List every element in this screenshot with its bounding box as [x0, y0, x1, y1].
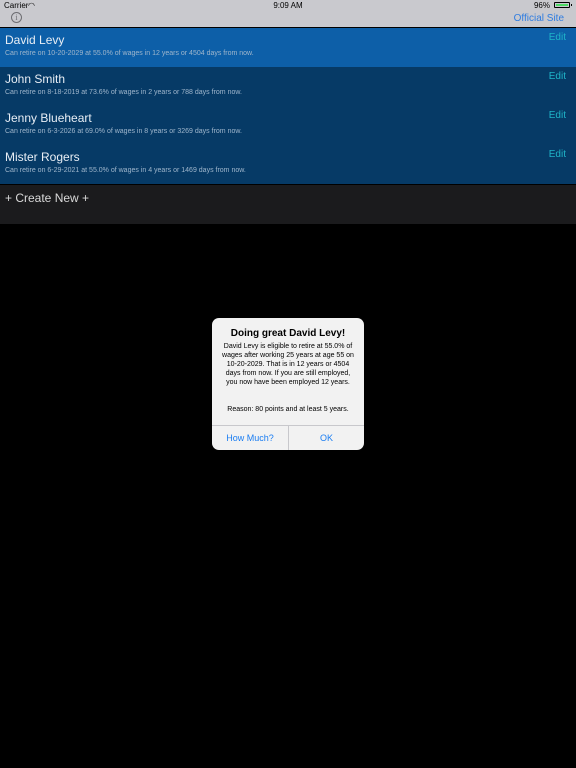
person-retirement-detail: Can retire on 10-20-2029 at 55.0% of wag… [5, 50, 254, 57]
person-name: Mister Rogers [5, 150, 80, 164]
person-name: David Levy [5, 33, 65, 47]
person-retirement-detail: Can retire on 8-18-2019 at 73.6% of wage… [5, 89, 242, 96]
navigation-bar: i Official Site [0, 11, 576, 27]
edit-button[interactable]: Edit [549, 71, 566, 82]
create-new-button[interactable]: + Create New + [5, 191, 89, 205]
person-retirement-detail: Can retire on 6-29-2021 at 55.0% of wage… [5, 167, 246, 174]
person-row-jenny-blueheart[interactable]: Jenny Blueheart Can retire on 6-3-2026 a… [0, 106, 576, 145]
edit-button[interactable]: Edit [549, 32, 566, 43]
how-much-button[interactable]: How Much? [212, 426, 288, 450]
person-row-mister-rogers[interactable]: Mister Rogers Can retire on 6-29-2021 at… [0, 145, 576, 184]
status-time: 9:09 AM [273, 1, 303, 10]
info-icon[interactable]: i [11, 12, 22, 23]
create-new-row[interactable]: + Create New + [0, 185, 576, 224]
edit-button[interactable]: Edit [549, 110, 566, 121]
official-site-link[interactable]: Official Site [514, 13, 564, 24]
alert-reason: Reason: 80 points and at least 5 years. [227, 406, 349, 413]
alert-message: David Levy is eligible to retire at 55.0… [222, 343, 354, 386]
battery-icon [554, 2, 572, 8]
ok-button[interactable]: OK [289, 426, 364, 450]
edit-button[interactable]: Edit [549, 149, 566, 160]
alert-title: Doing great David Levy! [230, 328, 346, 339]
person-row-david-levy[interactable]: David Levy Can retire on 10-20-2029 at 5… [0, 28, 576, 67]
person-name: Jenny Blueheart [5, 111, 92, 125]
battery-percentage: 96% [533, 1, 550, 10]
person-row-john-smith[interactable]: John Smith Can retire on 8-18-2019 at 73… [0, 67, 576, 106]
person-retirement-detail: Can retire on 6-3-2026 at 69.0% of wages… [5, 128, 242, 135]
person-name: John Smith [5, 72, 66, 86]
retirement-alert-dialog: Doing great David Levy! David Levy is el… [212, 318, 364, 450]
status-bar: Carrier ◠ 9:09 AM 96% [0, 0, 576, 11]
